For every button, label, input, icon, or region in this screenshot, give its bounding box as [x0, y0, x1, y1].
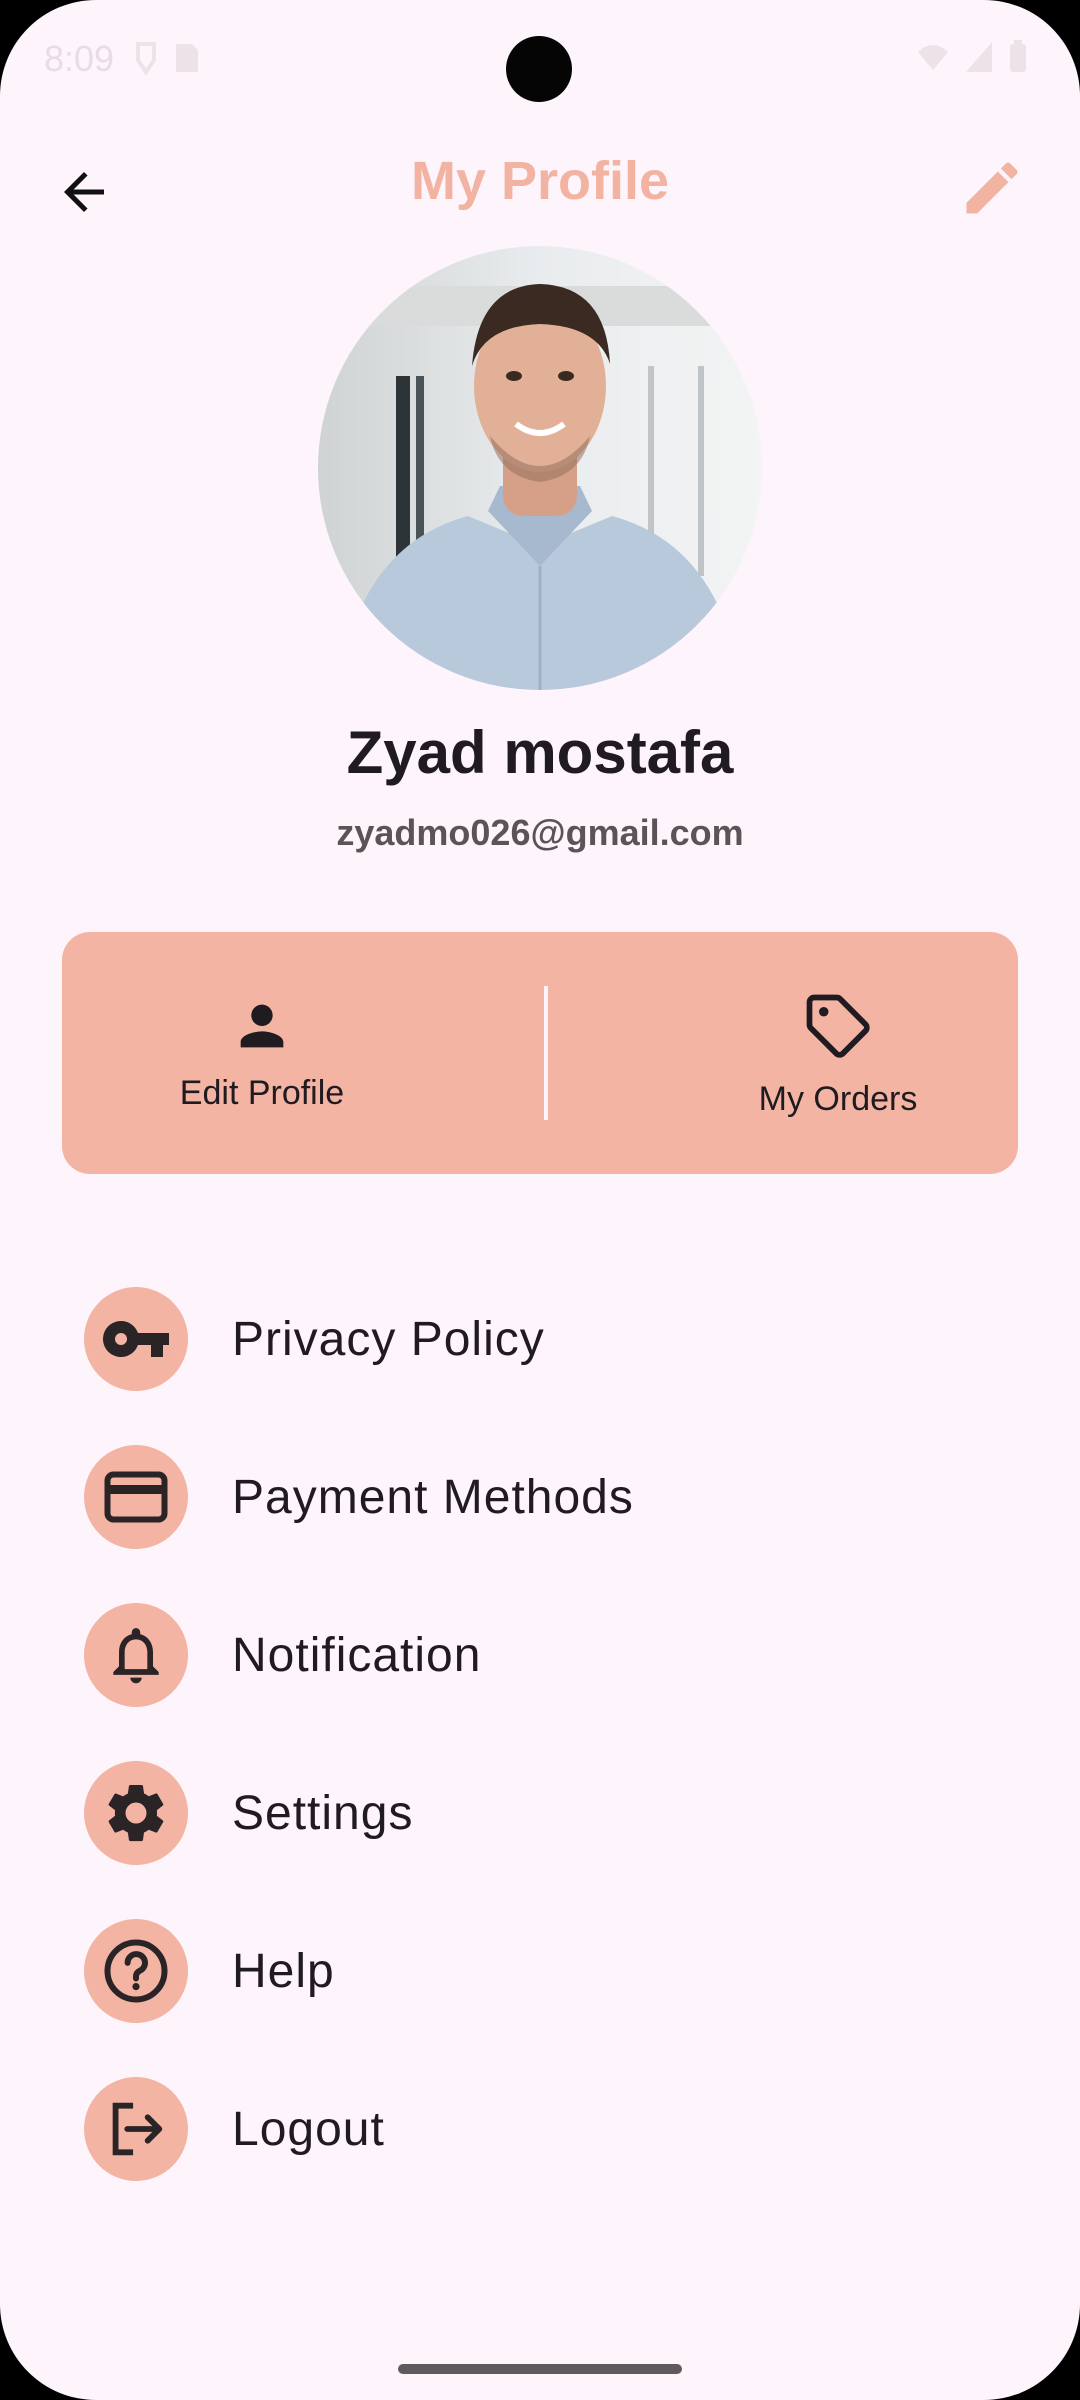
- top-app-bar: My Profile: [0, 130, 1080, 240]
- status-left-icons: [128, 40, 208, 81]
- wifi-icon: [918, 45, 948, 70]
- menu-icon-wrap: [84, 1761, 188, 1865]
- menu-label: Help: [232, 1944, 335, 1998]
- sim-icon: [176, 44, 198, 72]
- status-right-icons: [916, 40, 1028, 74]
- menu-item-payment-methods[interactable]: Payment Methods: [0, 1418, 1080, 1576]
- menu-item-notification[interactable]: Notification: [0, 1576, 1080, 1734]
- settings-menu: Privacy Policy Payment Methods Notificat…: [0, 1260, 1080, 2208]
- credit-card-icon: [104, 1471, 168, 1523]
- bell-icon: [113, 1628, 159, 1684]
- avatar[interactable]: [318, 246, 762, 690]
- action-divider: [544, 986, 548, 1120]
- edit-profile-label: Edit Profile: [179, 1073, 345, 1112]
- help-icon: [104, 1939, 168, 2003]
- battery-icon: [1010, 40, 1026, 72]
- signal-icon: [966, 42, 992, 72]
- menu-icon-wrap: [84, 1445, 188, 1549]
- menu-label: Notification: [232, 1628, 482, 1682]
- profile-screen: 8:09 My Profile Zyad mostafa zyadmo026@g…: [0, 0, 1080, 2400]
- tag-icon: [806, 994, 870, 1058]
- my-orders-label: My Orders: [758, 1079, 918, 1118]
- edit-profile-button[interactable]: Edit Profile: [62, 932, 462, 1174]
- person-icon: [240, 1004, 284, 1047]
- menu-label: Payment Methods: [232, 1470, 634, 1524]
- menu-item-logout[interactable]: Logout: [0, 2050, 1080, 2208]
- quick-actions-card: Edit Profile My Orders: [62, 932, 1018, 1174]
- menu-item-settings[interactable]: Settings: [0, 1734, 1080, 1892]
- menu-label: Privacy Policy: [232, 1312, 545, 1366]
- menu-item-privacy-policy[interactable]: Privacy Policy: [0, 1260, 1080, 1418]
- logout-icon: [112, 2102, 163, 2156]
- user-email: zyadmo026@gmail.com: [336, 812, 744, 853]
- pencil-icon: [966, 162, 1018, 214]
- status-time: 8:09: [44, 38, 115, 79]
- home-indicator[interactable]: [398, 2364, 682, 2374]
- notification-icon: [136, 42, 156, 76]
- status-bar: 8:09: [0, 0, 1080, 120]
- page-title: My Profile: [410, 151, 670, 211]
- menu-icon-wrap: [84, 2077, 188, 2181]
- menu-label: Logout: [232, 2102, 385, 2156]
- edit-button[interactable]: [952, 148, 1032, 228]
- profile-photo: [318, 246, 762, 690]
- menu-item-help[interactable]: Help: [0, 1892, 1080, 2050]
- front-camera: [506, 36, 572, 102]
- menu-icon-wrap: [84, 1603, 188, 1707]
- gear-icon: [108, 1784, 164, 1842]
- my-orders-button[interactable]: My Orders: [638, 932, 1038, 1174]
- key-icon: [102, 1321, 169, 1357]
- menu-label: Settings: [232, 1786, 414, 1840]
- menu-icon-wrap: [84, 1287, 188, 1391]
- menu-icon-wrap: [84, 1919, 188, 2023]
- user-name: Zyad mostafa: [346, 719, 734, 786]
